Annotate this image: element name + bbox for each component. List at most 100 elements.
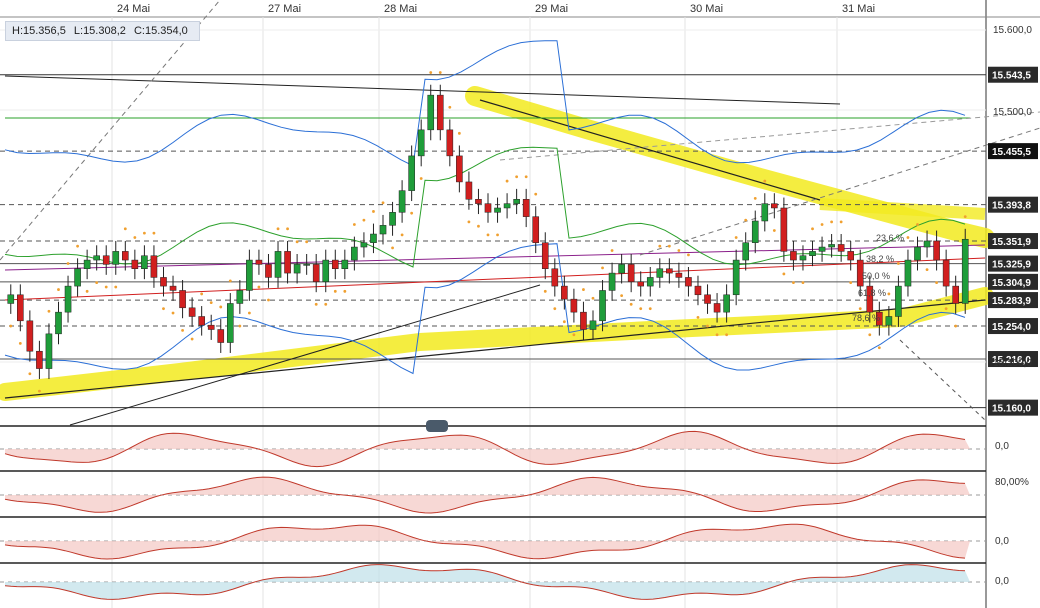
psar-dot xyxy=(257,285,261,289)
candle-body xyxy=(961,238,969,304)
psar-dot xyxy=(916,223,919,226)
price-badge-text: 15.455,5 xyxy=(992,147,1031,158)
psar-dot xyxy=(687,253,690,257)
psar-dot xyxy=(734,236,738,239)
candle-body xyxy=(417,129,425,157)
date-label: 27 Mai xyxy=(268,3,301,15)
candle-body xyxy=(475,199,482,204)
psar-dot xyxy=(667,244,671,248)
candle-body xyxy=(83,259,91,269)
candle-body xyxy=(942,259,950,287)
psar-dot xyxy=(887,292,891,296)
candle-body xyxy=(532,216,540,243)
ohlc-readout: H:15.356,5 L:15.308,2 C:15.354,0 xyxy=(5,21,200,41)
psar-dot xyxy=(429,71,433,74)
psar-dot xyxy=(753,197,757,200)
candle-body xyxy=(742,242,750,261)
candle-body xyxy=(666,268,673,274)
psar-dot xyxy=(190,337,194,341)
candle-body xyxy=(246,259,253,291)
date-label: 30 Mai xyxy=(690,3,723,15)
candle-body xyxy=(895,285,902,317)
psar-dot xyxy=(467,220,471,224)
psar-dot xyxy=(276,227,280,231)
candle-body xyxy=(360,242,368,248)
candle-body xyxy=(398,190,406,213)
candle-body xyxy=(150,255,158,278)
psar-dot xyxy=(772,229,776,232)
price-badge-text: 15.254,0 xyxy=(992,322,1031,333)
candle-body xyxy=(122,251,129,261)
candle-body xyxy=(618,264,625,274)
psar-dot xyxy=(954,324,958,328)
candle-body xyxy=(484,203,492,213)
candle-body xyxy=(188,307,196,317)
psar-dot xyxy=(839,220,843,224)
psar-dot xyxy=(792,281,795,285)
psar-dot xyxy=(620,294,624,298)
psar-dot xyxy=(305,240,309,244)
stock-chart: 15.543,5 15.455,5 15.393,8 15.351,9 15.325,9… xyxy=(0,0,1040,608)
psar-dot xyxy=(286,227,289,231)
psar-dot xyxy=(181,328,184,332)
candle-body xyxy=(561,285,568,300)
psar-dot xyxy=(381,201,385,205)
candle-body xyxy=(522,199,530,217)
psar-dot xyxy=(66,262,70,265)
psar-dot xyxy=(715,333,719,337)
candle-body xyxy=(17,294,24,322)
candle-body xyxy=(513,199,520,204)
psar-dot xyxy=(419,177,423,180)
psar-dot xyxy=(610,249,614,252)
psar-dot xyxy=(572,333,576,337)
psar-dot xyxy=(582,288,585,291)
candle-body xyxy=(704,294,711,304)
psar-dot xyxy=(629,302,633,306)
psar-dot xyxy=(142,231,146,235)
candle-body xyxy=(427,94,435,131)
candle-body xyxy=(685,277,692,287)
candle-body xyxy=(847,251,854,261)
psar-dot xyxy=(868,333,872,337)
psar-dot xyxy=(38,389,41,393)
candle-body xyxy=(541,242,549,269)
candle-body xyxy=(456,155,463,183)
candle-body xyxy=(26,320,34,352)
candle-body xyxy=(828,244,835,248)
fib-label: 38,2 % xyxy=(866,254,894,264)
psar-dot xyxy=(639,307,643,311)
psar-dot xyxy=(47,309,51,313)
candle-body xyxy=(656,268,664,278)
psar-dot xyxy=(410,211,414,215)
psar-dot xyxy=(515,175,519,179)
candle-body xyxy=(494,207,501,213)
psar-dot xyxy=(811,227,814,231)
psar-dot xyxy=(247,311,251,315)
candle-body xyxy=(179,290,186,309)
psar-dot xyxy=(295,240,299,244)
psar-dot xyxy=(477,224,480,228)
candle-body xyxy=(923,240,931,248)
candle-body xyxy=(331,259,339,269)
candle-body xyxy=(160,277,167,287)
candle-body xyxy=(751,220,759,243)
candle-body xyxy=(236,290,244,304)
psar-dot xyxy=(57,288,60,291)
candle-body xyxy=(112,251,120,265)
psar-dot xyxy=(95,281,99,285)
indicator-label: 0,0 xyxy=(995,441,1009,452)
psar-dot xyxy=(877,346,881,350)
fib-label: 61,8 % xyxy=(858,288,886,298)
date-label: 31 Mai xyxy=(842,3,875,15)
axis-label: 15.500,0 xyxy=(993,107,1032,118)
candle-body xyxy=(36,350,43,369)
ohlc-low: L:15.308,2 xyxy=(73,25,126,37)
price-badge-text: 15.160,0 xyxy=(992,404,1031,415)
candle-body xyxy=(713,303,721,313)
psar-dot xyxy=(677,249,681,252)
psar-dot xyxy=(830,220,834,224)
psar-dot xyxy=(562,320,566,324)
psar-dot xyxy=(496,233,499,237)
candle-body xyxy=(141,255,148,269)
psar-dot xyxy=(782,272,786,276)
